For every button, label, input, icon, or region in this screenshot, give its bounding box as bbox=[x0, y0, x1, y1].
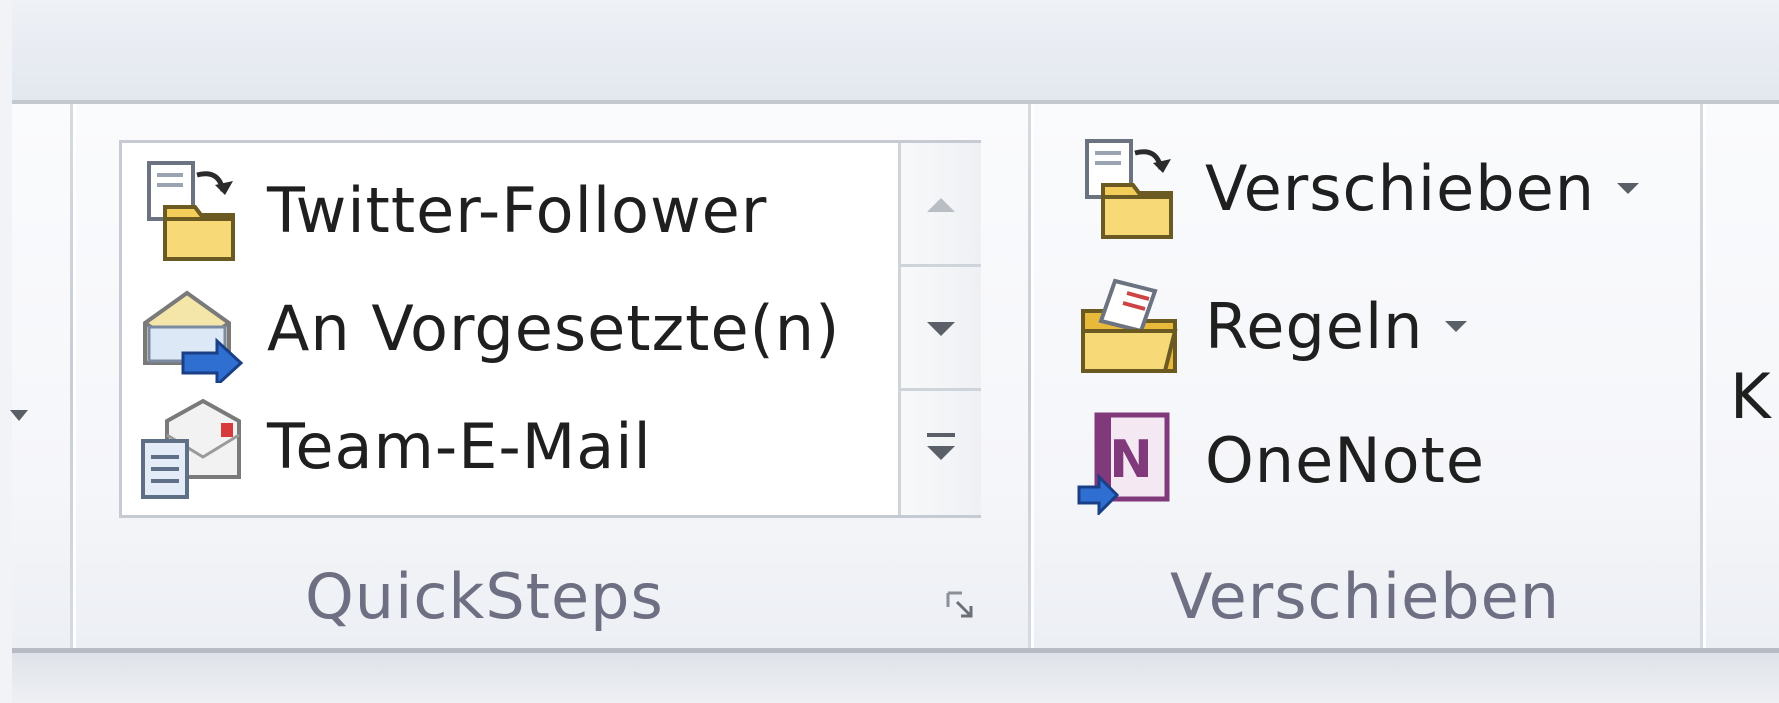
move-to-folder-icon bbox=[1085, 139, 1173, 239]
next-group-partial-label: K bbox=[1730, 360, 1771, 433]
quicksteps-group-label: QuickSteps bbox=[305, 560, 664, 633]
chevron-up-icon bbox=[927, 198, 955, 212]
team-mail-icon bbox=[141, 398, 241, 499]
quicksteps-gallery[interactable]: Twitter-Follower An Vorgesetzte(n) Team-… bbox=[119, 140, 981, 518]
group-separator bbox=[1028, 104, 1031, 648]
onenote-label: OneNote bbox=[1205, 423, 1486, 497]
onenote-icon: N bbox=[1077, 412, 1170, 515]
gallery-scroll-down-button[interactable] bbox=[901, 267, 981, 391]
dialog-launcher-icon[interactable] bbox=[945, 590, 975, 620]
quickstep-label: Twitter-Follower bbox=[267, 173, 768, 247]
gallery-more-button[interactable] bbox=[901, 391, 981, 515]
move-to-folder-icon bbox=[147, 161, 235, 261]
quickstep-label: Team-E-Mail bbox=[267, 409, 652, 483]
forward-mail-icon bbox=[143, 290, 244, 383]
chevron-down-icon bbox=[1445, 320, 1468, 332]
more-icon-bar bbox=[927, 433, 955, 437]
onenote-button[interactable]: N OneNote bbox=[1075, 400, 1485, 520]
quickstep-twitter-follower[interactable]: Twitter-Follower bbox=[137, 151, 767, 269]
regeln-label: Regeln bbox=[1205, 289, 1424, 363]
quickstep-team-e-mail[interactable]: Team-E-Mail bbox=[137, 387, 652, 505]
verschieben-label: Verschieben bbox=[1205, 151, 1596, 225]
group-separator bbox=[70, 104, 73, 648]
ribbon-tab-strip bbox=[12, 0, 1779, 104]
quickstep-label: An Vorgesetzte(n) bbox=[267, 291, 841, 365]
gallery-scroll-up-button[interactable] bbox=[901, 143, 981, 267]
verschieben-button[interactable]: Verschieben bbox=[1075, 128, 1640, 248]
regeln-button[interactable]: Regeln bbox=[1075, 266, 1468, 386]
quickstep-an-vorgesetzte[interactable]: An Vorgesetzte(n) bbox=[137, 269, 840, 387]
gallery-scrollbar[interactable] bbox=[898, 143, 981, 515]
chevron-down-icon bbox=[1617, 182, 1640, 194]
group-separator bbox=[1700, 104, 1703, 648]
verschieben-group-label: Verschieben bbox=[1170, 560, 1561, 633]
chevron-down-icon bbox=[927, 322, 955, 336]
expand-gallery-icon bbox=[927, 446, 955, 460]
previous-group-dropdown-arrow-icon[interactable] bbox=[10, 410, 28, 421]
svg-text:N: N bbox=[1109, 430, 1153, 490]
rules-icon bbox=[1081, 278, 1178, 373]
ribbon-bottom-edge bbox=[12, 648, 1779, 703]
